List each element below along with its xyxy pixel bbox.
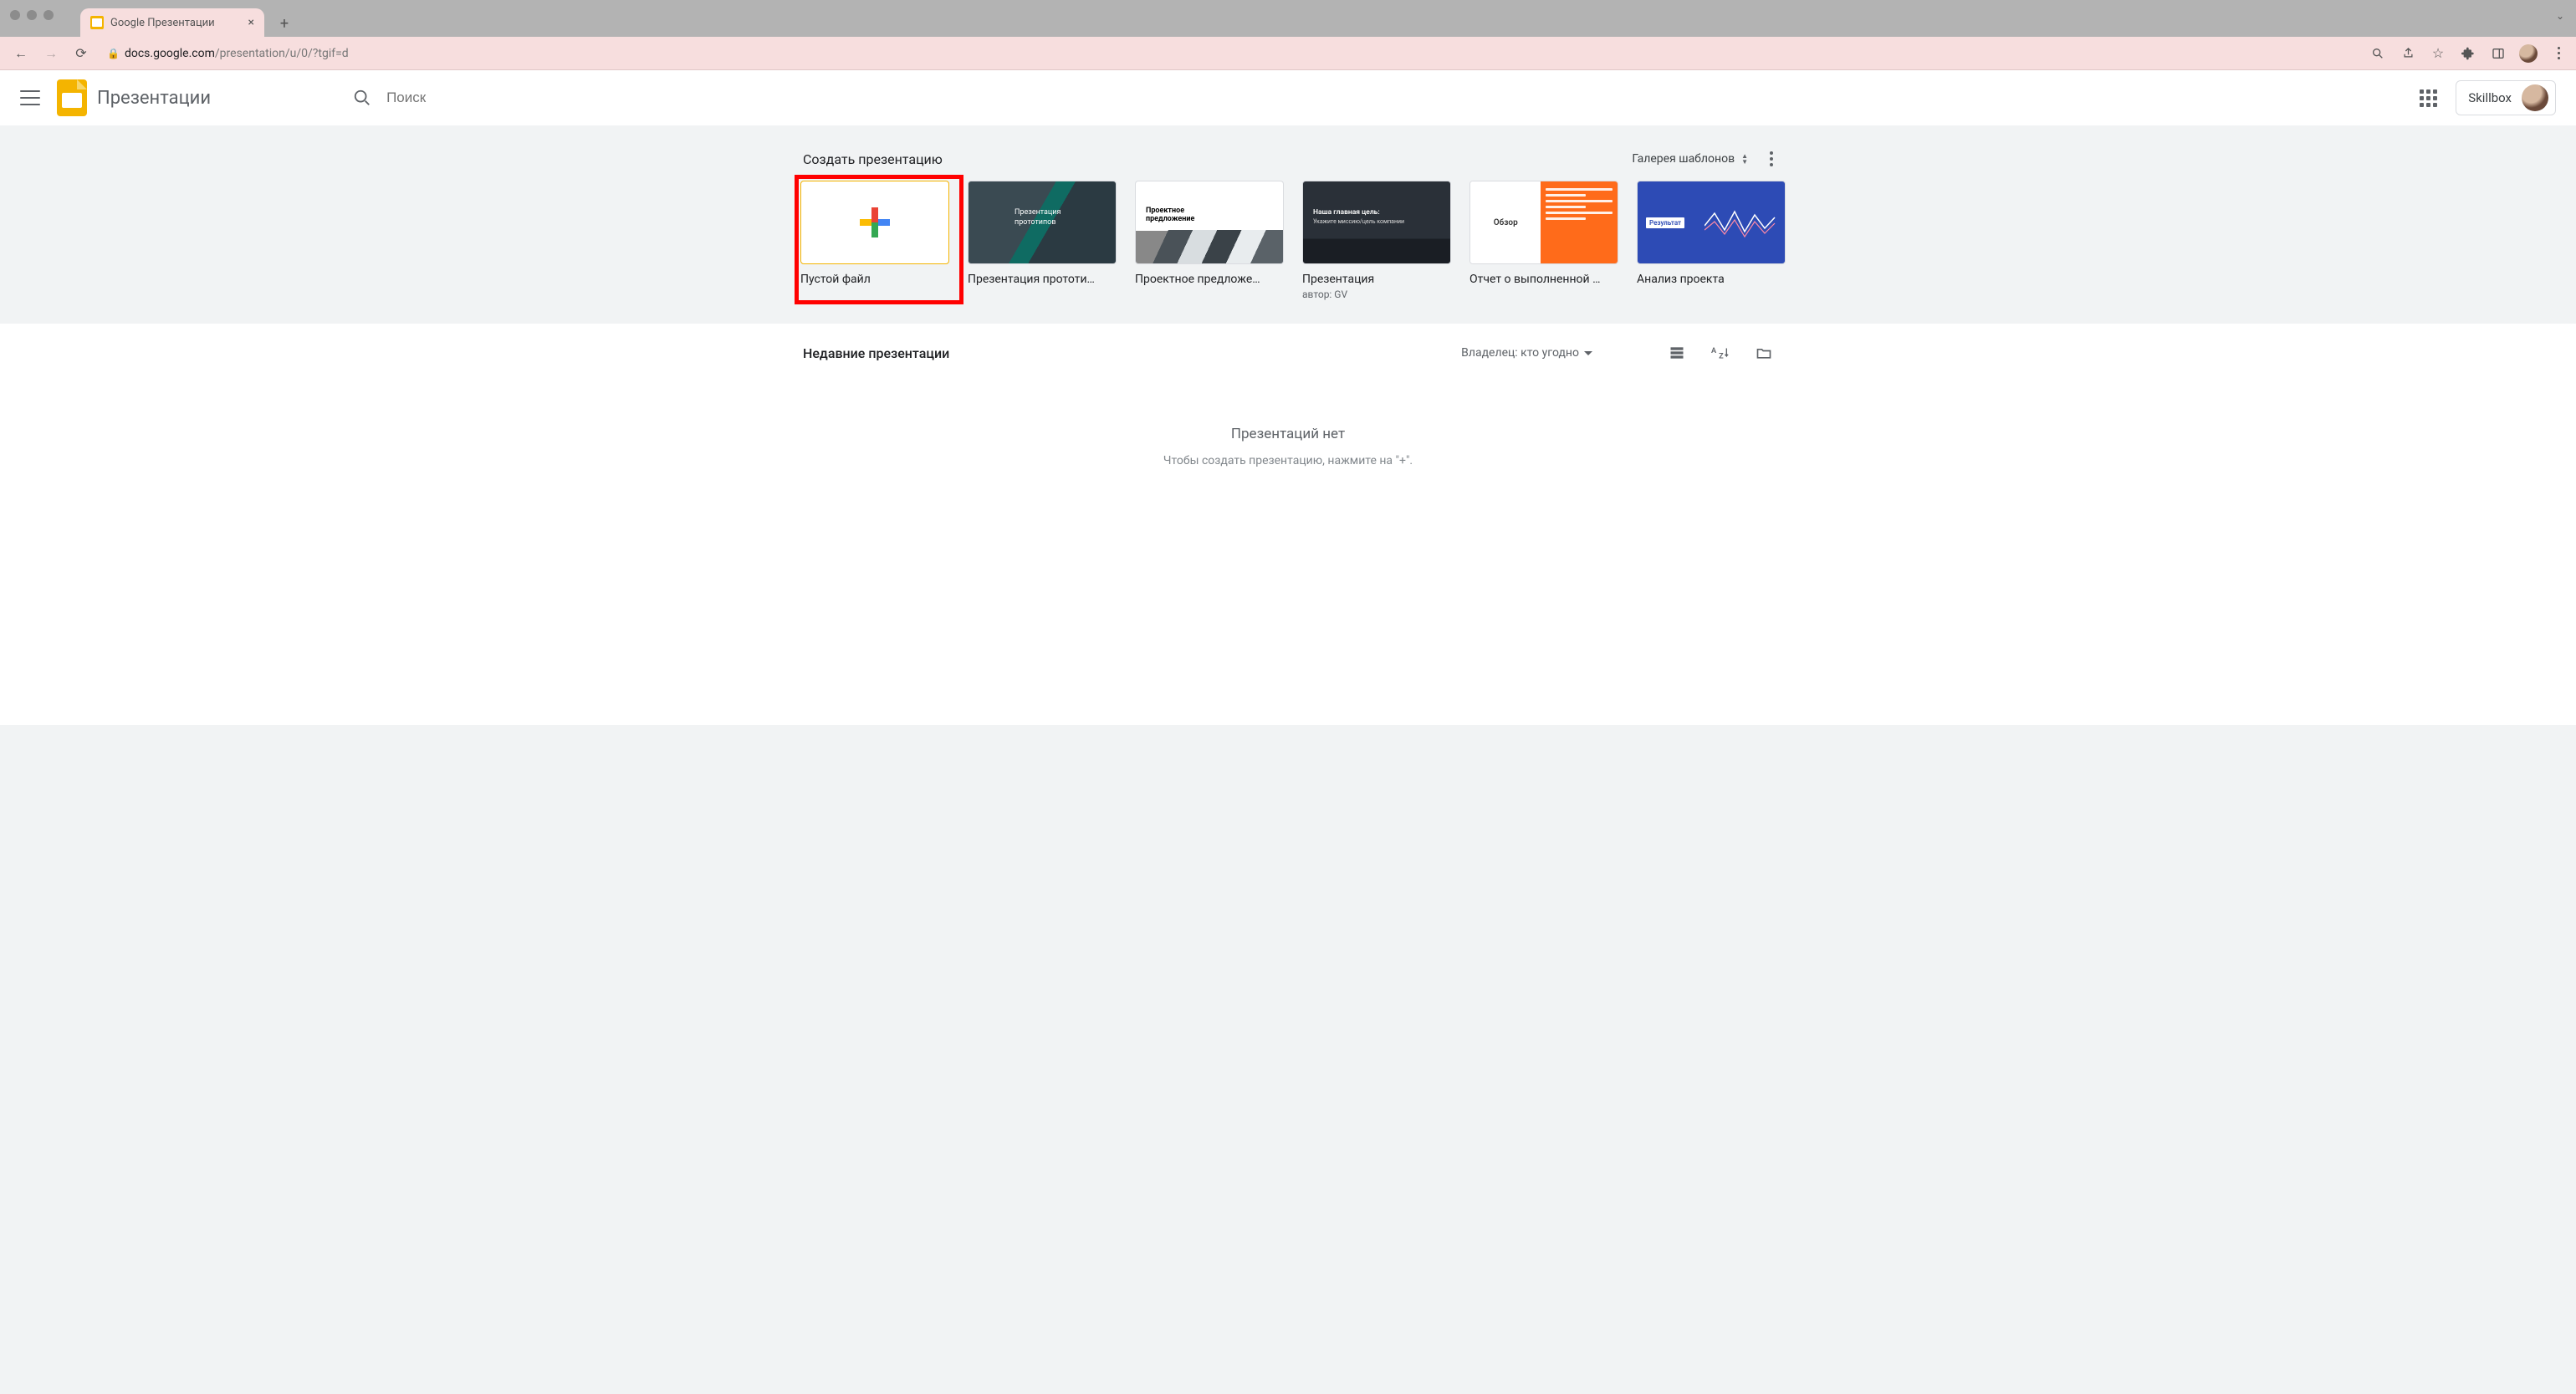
- template-project-analysis[interactable]: Результат Анализ проекта: [1637, 181, 1786, 300]
- window-close[interactable]: [10, 10, 20, 20]
- template-blank[interactable]: Пустой файл: [800, 181, 949, 300]
- template-presentation[interactable]: Наша главная цель: Укажите миссию/цель к…: [1302, 181, 1451, 300]
- app-title: Презентации: [97, 88, 211, 109]
- new-tab-button[interactable]: +: [273, 12, 296, 35]
- window-minimize[interactable]: [27, 10, 37, 20]
- template-prototypes[interactable]: Презентацияпрототипов Презентация протот…: [968, 181, 1117, 300]
- template-gallery-button[interactable]: Галерея шаблонов ▲▼: [1623, 147, 1756, 171]
- template-thumb: Презентацияпрототипов: [968, 181, 1117, 264]
- sort-az-icon[interactable]: AZ: [1711, 344, 1730, 362]
- profile-avatar-icon[interactable]: [2519, 44, 2538, 63]
- browser-tab[interactable]: Google Презентации ×: [80, 8, 264, 37]
- browser-menu-icon[interactable]: [2549, 44, 2568, 63]
- slides-logo-icon: [57, 79, 87, 116]
- template-thumb: Проектноепредложение: [1135, 181, 1284, 264]
- owner-filter-label: Владелец: кто угодно: [1461, 346, 1579, 360]
- svg-text:A: A: [1711, 347, 1717, 355]
- template-thumb: Результат: [1637, 181, 1786, 264]
- reload-button[interactable]: ⟳: [69, 41, 94, 66]
- account-switcher[interactable]: Skillbox: [2456, 80, 2556, 115]
- template-label: Проектное предложе…: [1135, 273, 1284, 286]
- unfold-icon: ▲▼: [1741, 153, 1748, 165]
- file-picker-icon[interactable]: [1755, 344, 1773, 362]
- svg-text:Z: Z: [1719, 352, 1724, 360]
- tab-title: Google Презентации: [110, 17, 215, 29]
- zoom-icon[interactable]: [2369, 44, 2387, 63]
- lock-icon: 🔒: [107, 48, 120, 59]
- search-icon[interactable]: [353, 89, 371, 107]
- sidepanel-icon[interactable]: [2489, 44, 2507, 63]
- extensions-icon[interactable]: [2459, 44, 2477, 63]
- url-host: docs.google.com: [125, 47, 215, 60]
- bookmark-star-icon[interactable]: ☆: [2429, 44, 2447, 63]
- template-author: автор: GV: [1302, 289, 1451, 300]
- template-label: Отчет о выполненной …: [1469, 273, 1618, 286]
- templates-more-button[interactable]: [1761, 146, 1781, 171]
- address-bar[interactable]: 🔒 docs.google.com/presentation/u/0/?tgif…: [99, 42, 2355, 65]
- template-label: Презентация: [1302, 273, 1451, 286]
- gallery-label: Галерея шаблонов: [1632, 152, 1735, 166]
- back-button[interactable]: ←: [8, 41, 33, 66]
- google-apps-icon[interactable]: [2420, 89, 2437, 107]
- url-path: /presentation/u/0/?tgif=d: [215, 47, 349, 60]
- account-name: Skillbox: [2468, 90, 2512, 105]
- template-thumb: Наша главная цель: Укажите миссию/цель к…: [1302, 181, 1451, 264]
- template-thumb-blank: [800, 181, 949, 264]
- close-tab-icon[interactable]: ×: [248, 16, 254, 29]
- window-zoom[interactable]: [43, 10, 54, 20]
- owner-filter[interactable]: Владелец: кто угодно: [1461, 346, 1592, 360]
- recent-heading: Недавние презентации: [803, 345, 949, 361]
- template-thumb: Обзор: [1469, 181, 1618, 264]
- template-label: Анализ проекта: [1637, 273, 1786, 286]
- tab-overflow-icon[interactable]: ⌄: [2556, 10, 2564, 22]
- template-label: Презентация прототи…: [968, 273, 1117, 286]
- search-input[interactable]: [386, 89, 637, 106]
- account-avatar-icon: [2522, 84, 2548, 111]
- templates-heading: Создать презентацию: [795, 151, 943, 167]
- share-icon[interactable]: [2399, 44, 2417, 63]
- plus-icon: [860, 207, 890, 237]
- template-work-report[interactable]: Обзор Отчет о выполненной …: [1469, 181, 1618, 300]
- slides-favicon-icon: [90, 16, 104, 29]
- empty-title: Презентаций нет: [795, 426, 1781, 442]
- list-view-icon[interactable]: [1668, 344, 1686, 362]
- empty-subtitle: Чтобы создать презентацию, нажмите на "+…: [795, 454, 1781, 467]
- chevron-down-icon: [1584, 351, 1592, 355]
- forward-button[interactable]: →: [38, 41, 64, 66]
- template-project-proposal[interactable]: Проектноепредложение Проектное предложе…: [1135, 181, 1284, 300]
- template-label: Пустой файл: [800, 273, 949, 286]
- main-menu-button[interactable]: [20, 90, 40, 105]
